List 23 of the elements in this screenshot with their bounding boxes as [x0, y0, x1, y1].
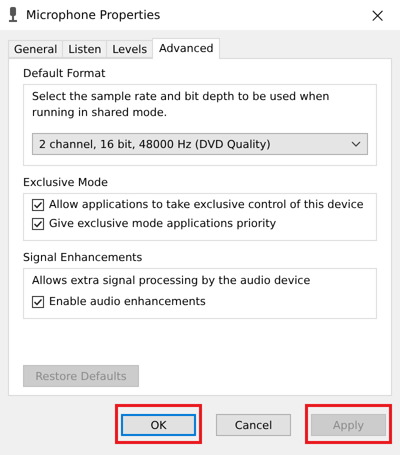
checkbox-label: Enable audio enhancements [49, 295, 206, 308]
tab[interactable]: Listen [62, 40, 108, 58]
description-text: Select the sample rate and bit depth to be used when running in shared mode. [32, 89, 330, 121]
chevron-icon [351, 141, 361, 147]
dialog-button[interactable]: OK [121, 414, 196, 436]
checkbox[interactable] [32, 296, 44, 308]
checkbox[interactable] [32, 218, 44, 230]
dialog-button[interactable]: Cancel [216, 414, 291, 436]
microphone-icon [8, 7, 18, 23]
format-dropdown[interactable]: 2 channel, 16 bit, 48000 Hz (DVD Quality) [32, 133, 368, 155]
tab[interactable]: General [8, 40, 64, 58]
group-title: Default Format [23, 67, 106, 80]
checkbox[interactable] [32, 198, 44, 210]
dropdown-value: 2 channel, 16 bit, 48000 Hz (DVD Quality) [39, 138, 271, 150]
close-button[interactable]: × [363, 3, 392, 27]
window-title: Microphone Properties [26, 8, 162, 22]
group-title: Exclusive Mode [23, 176, 109, 189]
description-text: Allows extra signal processing by the audio device [32, 273, 312, 289]
tab[interactable]: Advanced [152, 38, 220, 59]
checkbox-label: Allow applications to take exclusive control of this device [49, 198, 364, 211]
tab[interactable]: Levels [106, 40, 154, 58]
group-title: Signal Enhancements [23, 251, 144, 264]
checkbox-label: Give exclusive mode applications priority [49, 217, 276, 230]
